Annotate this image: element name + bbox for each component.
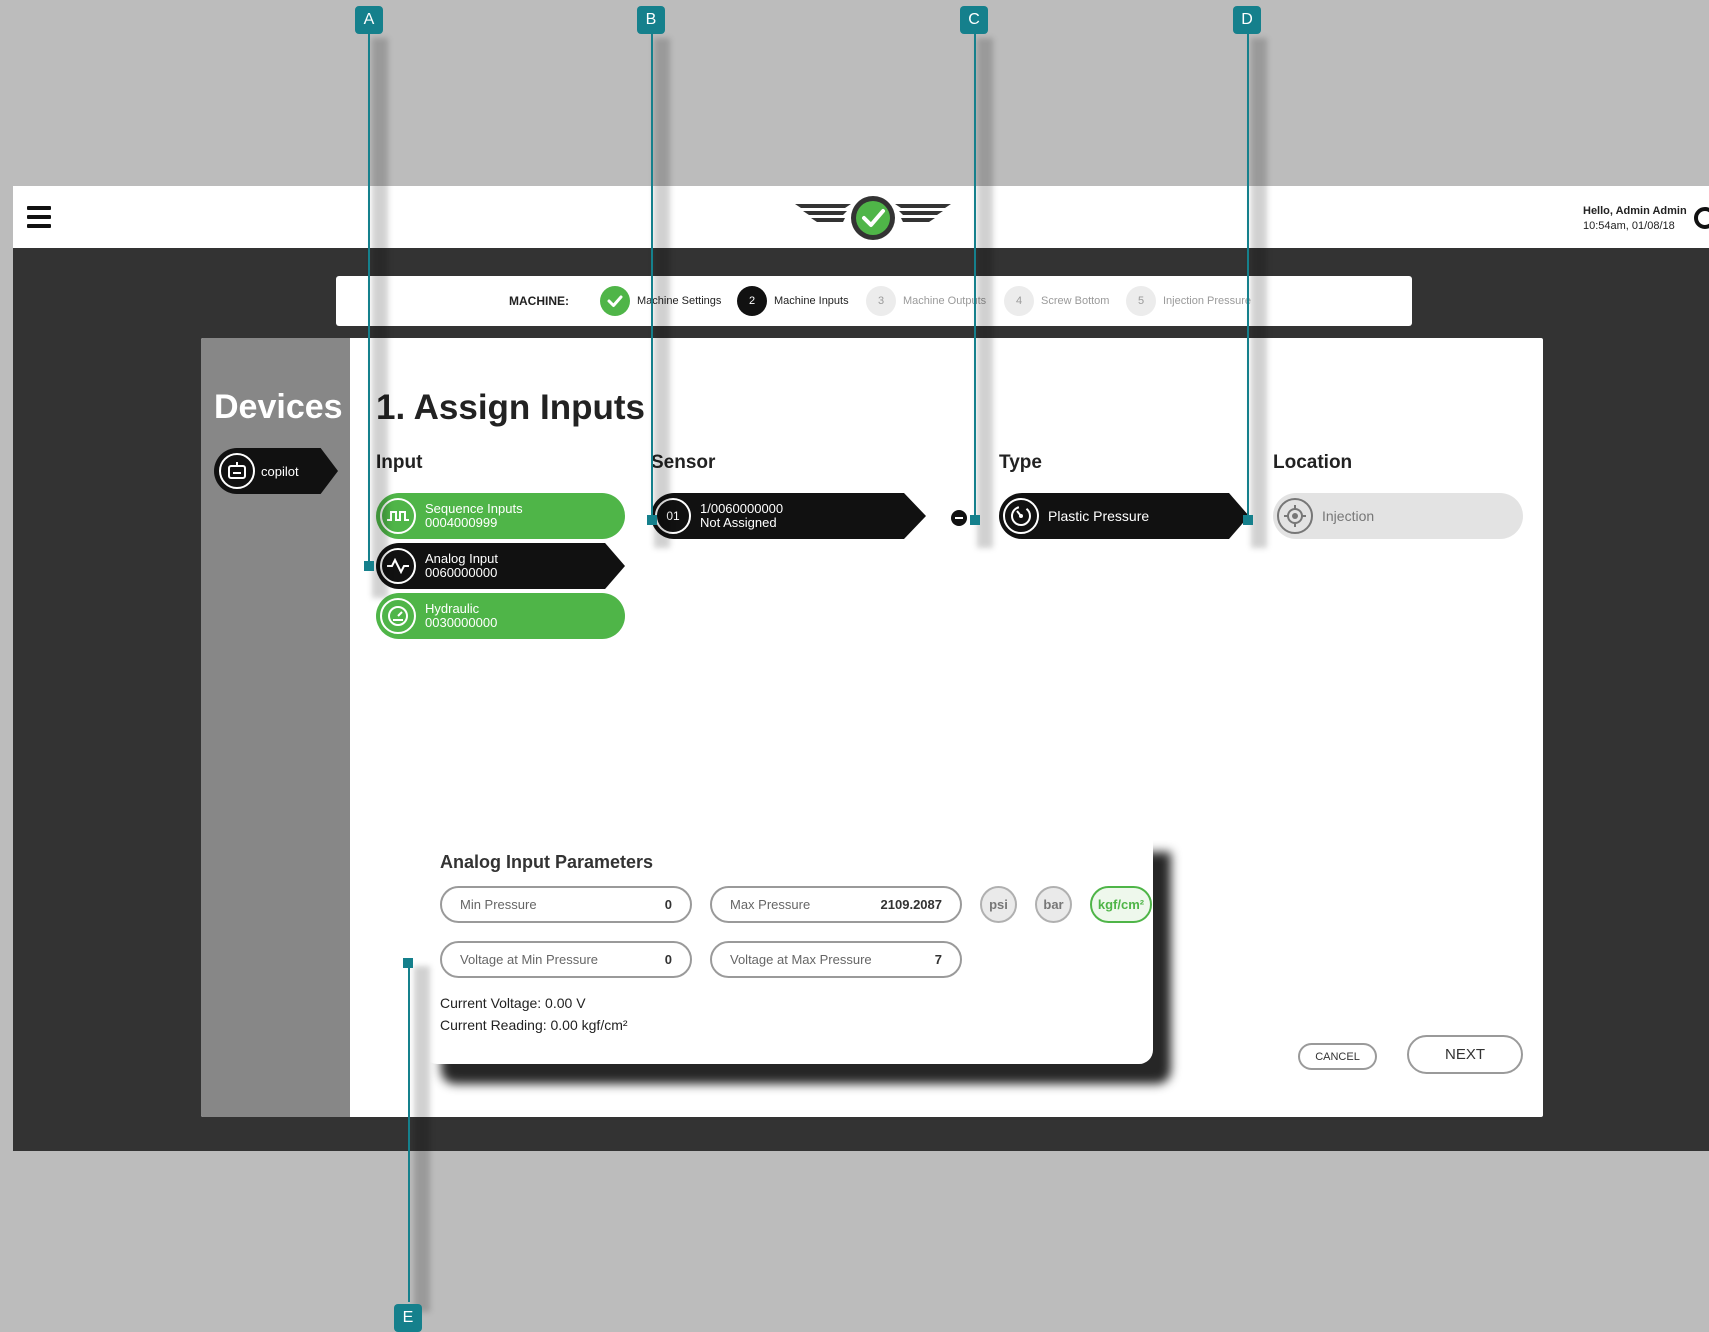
page-title: 1. Assign Inputs <box>376 388 646 427</box>
voltage-min-field[interactable]: Voltage at Min Pressure 0 <box>440 941 692 978</box>
target-icon <box>1277 498 1313 534</box>
input-sequence-inputs[interactable]: Sequence Inputs 0004000999 <box>376 493 625 539</box>
stepper-label: MACHINE: <box>509 294 569 308</box>
checkmark-icon <box>600 286 630 316</box>
location-pill[interactable]: Injection <box>1273 493 1523 539</box>
unit-psi-button[interactable]: psi <box>980 886 1017 923</box>
cancel-button[interactable]: CANCEL <box>1298 1043 1377 1070</box>
column-header-location: Location <box>1273 452 1353 473</box>
field-value: 7 <box>934 952 942 967</box>
pressure-gauge-icon <box>1003 498 1039 534</box>
callout-line-a <box>368 34 370 565</box>
step-label: Machine Inputs <box>774 295 849 307</box>
field-label: Voltage at Min Pressure <box>460 952 599 967</box>
sensor-pill[interactable]: 01 1/0060000000 Not Assigned <box>651 493 926 539</box>
input-text: Hydraulic 0030000000 <box>425 602 497 630</box>
callout-d: D <box>1233 6 1261 34</box>
callout-shadow <box>977 38 993 548</box>
step-label: Machine Settings <box>637 295 722 307</box>
sidebar-title: Devices <box>214 388 343 426</box>
callout-e: E <box>394 1304 422 1332</box>
device-label: copilot <box>261 463 299 479</box>
sensor-status: Not Assigned <box>700 515 777 530</box>
app-window: Hello, Admin Admin 10:54am, 01/08/18 MAC… <box>13 186 1709 1151</box>
user-account-icon[interactable] <box>1694 207 1709 229</box>
column-header-type: Type <box>999 452 1042 473</box>
location-label: Injection <box>1322 508 1375 524</box>
step-screw-bottom[interactable]: 4 Screw Bottom <box>1004 286 1109 316</box>
current-voltage: Current Voltage: 0.00 V <box>440 995 586 1011</box>
callout-marker-d <box>1243 515 1253 525</box>
type-pill[interactable]: Plastic Pressure <box>999 493 1249 539</box>
datetime-text: 10:54am, 01/08/18 <box>1583 220 1675 232</box>
callout-line-d <box>1247 34 1249 519</box>
unit-bar-button[interactable]: bar <box>1035 886 1072 923</box>
callout-marker-e <box>403 958 413 968</box>
field-value: 0 <box>664 897 672 912</box>
device-copilot[interactable]: copilot <box>214 448 338 494</box>
params-title: Analog Input Parameters <box>440 852 654 872</box>
step-number: 4 <box>1004 286 1034 316</box>
input-id: 0060000000 <box>425 565 498 580</box>
menu-icon[interactable] <box>27 206 51 228</box>
callout-line-b <box>651 34 653 519</box>
unit-kgf-button[interactable]: kgf/cm² <box>1090 886 1152 923</box>
input-id: 0030000000 <box>425 615 498 630</box>
min-pressure-field[interactable]: Min Pressure 0 <box>440 886 692 923</box>
callout-shadow <box>654 38 670 548</box>
callout-line-c <box>974 34 976 519</box>
callout-marker-c <box>970 515 980 525</box>
field-value: 2109.2087 <box>880 897 942 912</box>
input-analog-input[interactable]: Analog Input 0060000000 <box>376 543 625 589</box>
copilot-device-icon <box>219 453 255 489</box>
sensor-id: 1/0060000000 <box>700 501 784 516</box>
callout-shadow <box>372 38 388 598</box>
step-number: 3 <box>866 286 896 316</box>
input-name: Analog Input <box>425 551 499 566</box>
input-text: Analog Input 0060000000 <box>425 552 498 580</box>
callout-marker-a <box>364 561 374 571</box>
greeting-text: Hello, Admin Admin <box>1583 205 1687 217</box>
current-reading: Current Reading: 0.00 kgf/cm² <box>440 1017 628 1033</box>
input-text: Sequence Inputs 0004000999 <box>425 502 523 530</box>
top-bar: Hello, Admin Admin 10:54am, 01/08/18 <box>13 186 1709 248</box>
step-label: Injection Pressure <box>1163 295 1252 307</box>
callout-line-e <box>408 962 410 1302</box>
callout-b: B <box>637 6 665 34</box>
callout-c: C <box>960 6 988 34</box>
input-id: 0004000999 <box>425 515 498 530</box>
sensor-text: 1/0060000000 Not Assigned <box>700 502 783 530</box>
field-label: Voltage at Max Pressure <box>730 952 872 967</box>
field-label: Max Pressure <box>730 897 811 912</box>
next-button[interactable]: NEXT <box>1407 1035 1523 1074</box>
step-injection-pressure[interactable]: 5 Injection Pressure <box>1126 286 1251 316</box>
devices-sidebar: Devices copilot <box>201 338 350 1117</box>
gauge-icon <box>380 598 416 634</box>
analog-input-parameters-card: Analog Input Parameters Min Pressure 0 M… <box>423 832 1153 1064</box>
step-number: 2 <box>737 286 767 316</box>
app-logo <box>795 196 951 240</box>
field-label: Min Pressure <box>460 897 537 912</box>
input-name: Sequence Inputs <box>425 501 523 516</box>
user-greeting: Hello, Admin Admin 10:54am, 01/08/18 <box>1583 204 1687 234</box>
voltage-max-field[interactable]: Voltage at Max Pressure 7 <box>710 941 962 978</box>
field-value: 0 <box>664 952 672 967</box>
type-label: Plastic Pressure <box>1048 508 1150 524</box>
step-number: 5 <box>1126 286 1156 316</box>
assign-inputs-panel: Devices copilot 1. Assign Inputs Input S… <box>201 338 1543 1117</box>
max-pressure-field[interactable]: Max Pressure 2109.2087 <box>710 886 962 923</box>
callout-shadow <box>1251 38 1267 548</box>
remove-sensor-icon[interactable] <box>951 510 967 526</box>
callout-shadow <box>414 966 430 1312</box>
step-machine-inputs[interactable]: 2 Machine Inputs <box>737 286 849 316</box>
input-hydraulic[interactable]: Hydraulic 0030000000 <box>376 593 625 639</box>
input-name: Hydraulic <box>425 601 480 616</box>
step-label: Screw Bottom <box>1041 295 1110 307</box>
callout-marker-b <box>647 515 657 525</box>
step-machine-outputs[interactable]: 3 Machine Outputs <box>866 286 986 316</box>
callout-a: A <box>355 6 383 34</box>
